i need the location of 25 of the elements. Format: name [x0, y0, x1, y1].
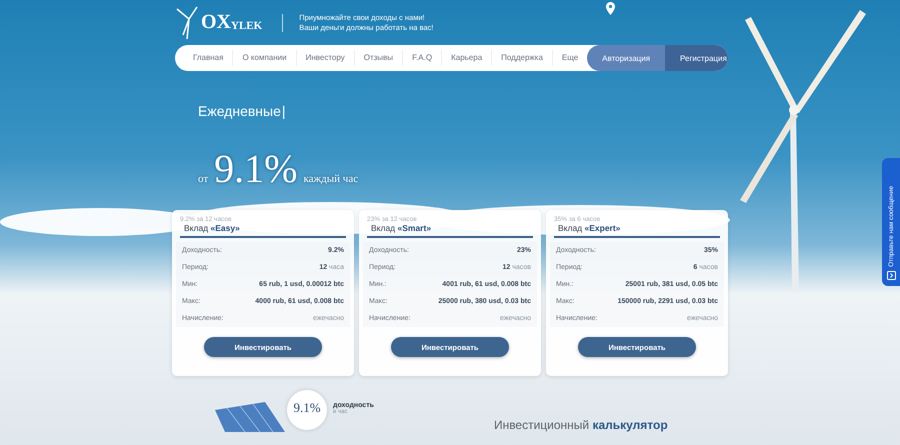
- calculator-heading: Инвестиционный калькулятор: [494, 418, 668, 432]
- nav-link[interactable]: Поддержка: [492, 50, 553, 66]
- plan-title: Вклад «Expert»: [554, 223, 720, 238]
- register-button[interactable]: Регистрация: [665, 45, 728, 71]
- plan-title: Вклад «Easy»: [180, 223, 346, 238]
- nav-link[interactable]: О компании: [233, 50, 297, 66]
- turbine-logo-icon: [175, 4, 199, 40]
- chevron-box-icon: [886, 271, 896, 280]
- plan-title: Вклад «Smart»: [367, 223, 533, 238]
- nav-link[interactable]: Еще: [552, 50, 588, 66]
- rate-prefix: от: [198, 173, 208, 185]
- text-cursor: |: [282, 103, 286, 121]
- hero-rate: 9.1%: [214, 145, 298, 192]
- location-pin-icon[interactable]: [606, 2, 615, 15]
- nav-link[interactable]: F.A.Q: [403, 50, 442, 66]
- rate-badge: 9.1%: [287, 390, 327, 430]
- nav-link[interactable]: Инвестору: [296, 50, 355, 66]
- solar-panel-drawing: [215, 402, 285, 432]
- login-button[interactable]: Авторизация: [587, 45, 666, 71]
- nav-link[interactable]: Отзывы: [354, 50, 404, 66]
- nav-link[interactable]: Карьера: [442, 50, 492, 66]
- hero-headline: Ежедневные: [198, 103, 281, 121]
- logo[interactable]: OXYLEK: [175, 4, 262, 42]
- rate-suffix: каждый час: [304, 173, 358, 185]
- nav-link[interactable]: Главная: [175, 50, 234, 66]
